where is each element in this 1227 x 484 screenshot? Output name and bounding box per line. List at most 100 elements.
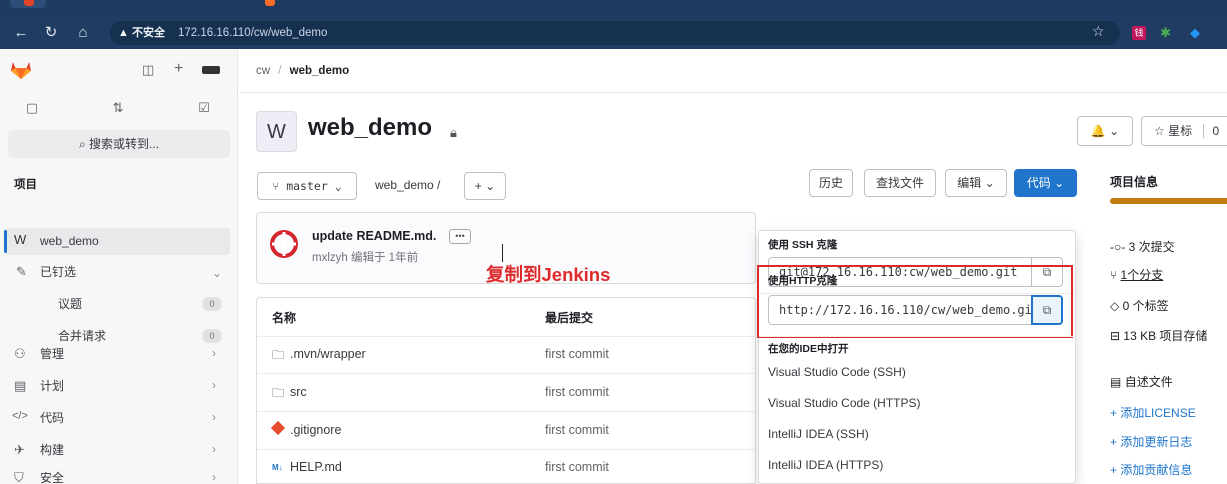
folder-icon: 🗀 [272, 348, 285, 362]
add-button[interactable]: + ⌄ [464, 172, 506, 200]
breadcrumb-group[interactable]: cw [256, 65, 270, 77]
storage-link[interactable]: ⊟ 13 KB 项目存储 [1110, 327, 1207, 344]
sidebar-item-merge-requests[interactable]: 合并请求 [58, 326, 106, 346]
branch-icon: ⑂ [272, 179, 280, 193]
search-label: 搜索或转到... [89, 137, 160, 151]
add-license-label: 添加LICENSE [1120, 406, 1196, 420]
sidebar-item-plan[interactable]: 计划 [40, 376, 64, 396]
edit-label: 编辑 [957, 176, 982, 190]
ssh-clone-label: 使用 SSH 克隆 [768, 239, 838, 251]
top-bar [239, 49, 1227, 93]
rocket-icon: ✈ [14, 442, 25, 457]
history-button[interactable]: 历史 [809, 169, 853, 197]
add-changelog-link[interactable]: + 添加更新日志 [1110, 433, 1192, 450]
extension-icon-blue[interactable]: ◆ [1190, 26, 1204, 40]
sidebar-item-build[interactable]: 构建 [40, 440, 64, 460]
sidebar-item-project[interactable] [4, 228, 230, 255]
plus-icon[interactable]: + [174, 60, 183, 78]
commit-meta: mxlzyh 编辑于 1年前 [312, 252, 419, 264]
text-cursor [502, 244, 503, 262]
breadcrumb-project[interactable]: web_demo [290, 65, 349, 77]
storage-icon: ⊟ [1110, 329, 1121, 343]
ide-item-vscode-ssh[interactable]: Visual Studio Code (SSH) [768, 365, 906, 379]
sidebar-item-issues[interactable]: 议题 [58, 294, 82, 314]
commit-message[interactable]: update README.md. [312, 229, 436, 243]
add-contributing-link[interactable]: + 添加贡献信息 [1110, 461, 1192, 478]
chevron-right-icon: › [212, 470, 216, 484]
storage-size: 13 KB 项目存储 [1123, 329, 1208, 343]
plus-icon: + [1110, 406, 1118, 420]
branches-link[interactable]: ⑂ 1个分支 [1110, 266, 1163, 283]
chevron-down-icon[interactable]: ⌄ [212, 266, 222, 280]
file-icon: ▤ [1110, 375, 1122, 389]
file-name[interactable]: .mvn/wrapper [290, 347, 366, 361]
row-divider [257, 411, 755, 412]
file-name[interactable]: .gitignore [290, 423, 341, 437]
manage-icon: ⚇ [14, 346, 26, 361]
file-commit[interactable]: first commit [545, 385, 609, 399]
readme-link[interactable]: ▤ 自述文件 [1110, 373, 1173, 390]
commit-icon: -○- [1110, 240, 1126, 254]
plus-icon: + [1110, 463, 1118, 477]
plan-icon: ▤ [14, 378, 27, 393]
insecure-warning[interactable]: ▲ 不安全 [118, 25, 165, 41]
tags-link[interactable]: ◇ 0 个标签 [1110, 297, 1169, 314]
sidebar-project-name: web_demo [40, 234, 99, 248]
expand-commit-button[interactable]: ••• [449, 229, 471, 244]
ide-item-intellij-https[interactable]: IntelliJ IDEA (HTTPS) [768, 458, 883, 472]
sidebar-heading: 项目 [14, 179, 37, 191]
author-avatar[interactable] [270, 230, 298, 258]
chevron-down-icon: ⌄ [485, 179, 496, 193]
chevron-right-icon: › [212, 378, 216, 392]
sidebar-item-code[interactable]: 代码 [40, 408, 64, 428]
star-label: ☆ 星标 [1154, 124, 1193, 138]
extension-puzzle-icon[interactable]: ✱ [1160, 26, 1174, 40]
plus-icon: + [1110, 435, 1118, 449]
tag-icon: ◇ [1110, 299, 1120, 313]
breadcrumb: cw / web_demo [256, 65, 350, 77]
find-file-button[interactable]: 查找文件 [864, 169, 936, 197]
tags-count: 0 个标签 [1122, 299, 1169, 313]
url-text[interactable]: 172.16.16.110/cw/web_demo [178, 25, 327, 41]
add-contributing-label: 添加贡献信息 [1120, 463, 1193, 477]
path-breadcrumb[interactable]: web_demo / [375, 178, 440, 192]
notification-button[interactable]: 🔔 ⌄ [1077, 116, 1133, 146]
file-name[interactable]: src [290, 385, 307, 399]
column-header-last-commit: 最后提交 [545, 311, 594, 325]
chevron-down-icon: ⌄ [984, 176, 995, 190]
file-commit[interactable]: first commit [545, 423, 609, 437]
issues-icon[interactable]: ▢ [20, 100, 44, 122]
user-avatar[interactable] [202, 66, 220, 74]
file-table [256, 297, 756, 484]
file-commit[interactable]: first commit [545, 347, 609, 361]
chevron-down-icon: ⌄ [1054, 176, 1065, 190]
sidebar-item-pinned[interactable]: 已钉选 [40, 262, 76, 282]
chevron-right-icon: › [212, 346, 216, 360]
todo-icon[interactable]: ☑ [192, 100, 216, 122]
chevron-right-icon: › [212, 410, 216, 424]
commits-link[interactable]: -○- 3 次提交 [1110, 238, 1175, 255]
file-name[interactable]: HELP.md [290, 460, 342, 474]
ide-item-vscode-https[interactable]: Visual Studio Code (HTTPS) [768, 396, 921, 410]
plus-icon: + [474, 179, 482, 193]
collapse-sidebar-icon[interactable]: ◫ [142, 62, 154, 78]
ide-item-intellij-ssh[interactable]: IntelliJ IDEA (SSH) [768, 427, 869, 441]
back-icon[interactable]: ← [10, 22, 32, 44]
merge-requests-icon[interactable]: ⇅ [106, 100, 130, 122]
branch-selector[interactable]: ⑂ master ⌄ [257, 172, 357, 200]
reload-icon[interactable]: ↻ [40, 22, 62, 44]
mr-count-badge: 0 [202, 329, 222, 343]
gitlab-logo-icon[interactable] [10, 60, 32, 80]
sidebar-item-manage[interactable]: 管理 [40, 344, 64, 364]
sidebar-item-security[interactable]: 安全 [40, 468, 64, 484]
add-license-link[interactable]: + 添加LICENSE [1110, 404, 1196, 421]
language-bar [1110, 198, 1227, 204]
code-button[interactable]: 代码 ⌄ [1014, 169, 1077, 197]
home-icon[interactable]: ⌂ [72, 22, 94, 44]
bookmark-star-icon[interactable]: ☆ [1092, 23, 1105, 40]
file-commit[interactable]: first commit [545, 460, 609, 474]
edit-button[interactable]: 编辑 ⌄ [945, 169, 1007, 197]
extension-icon[interactable]: 钱 [1132, 26, 1146, 40]
star-button[interactable]: ☆ 星标 0 [1141, 116, 1227, 146]
search-button[interactable]: ⌕ 搜索或转到... [8, 130, 230, 158]
